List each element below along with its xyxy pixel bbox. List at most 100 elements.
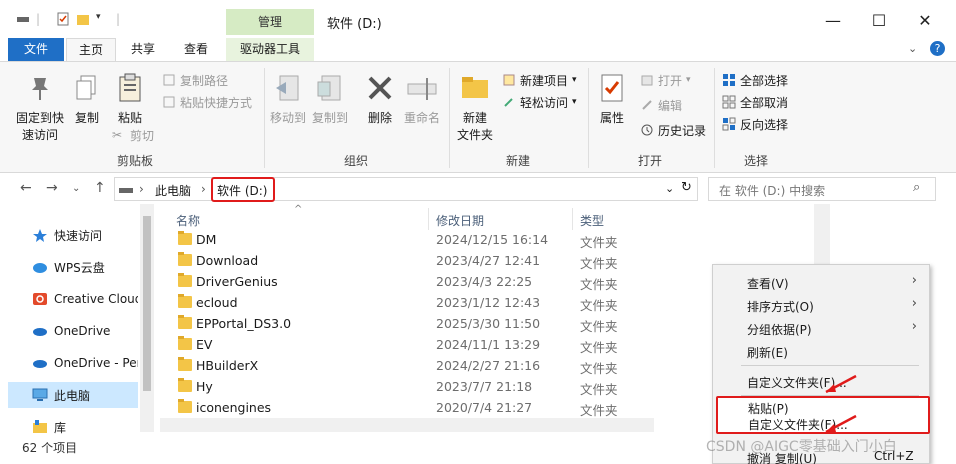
nav-quick-access[interactable]: 快速访问 — [8, 222, 138, 248]
new-folder-icon[interactable] — [76, 12, 90, 26]
file-row[interactable]: EPPortal_DS3.0 2025/3/30 11:50 文件夹 — [174, 314, 654, 335]
nav-scrollbar-thumb[interactable] — [143, 216, 151, 391]
paste-shortcut-button[interactable]: 粘贴快捷方式 — [162, 92, 252, 112]
tab-share[interactable]: 共享 — [118, 38, 168, 62]
up-arrow-icon[interactable]: ↑ — [94, 180, 106, 196]
file-name: EPPortal_DS3.0 — [196, 316, 292, 331]
folder-icon — [178, 336, 192, 350]
properties-icon[interactable] — [56, 12, 70, 26]
menu-item-group-by[interactable]: 分组依据(P) — [747, 321, 812, 338]
menu-item-view[interactable]: 查看(V) — [747, 275, 789, 292]
address-bar[interactable]: › 此电脑 › 软件 (D:) ⌄ ↻ — [114, 177, 698, 202]
file-row[interactable]: EV 2024/11/1 13:29 文件夹 — [174, 335, 654, 356]
ribbon: 固定到快 速访问 复制 粘贴 复制路径 粘贴快捷方式 ✂ 剪切 剪贴板 移动到 复… — [0, 61, 956, 173]
rename-icon — [407, 78, 437, 100]
cut-button[interactable]: ✂ 剪切 — [112, 125, 154, 145]
file-row[interactable]: Hy 2023/7/7 21:18 文件夹 — [174, 377, 654, 398]
file-type: 文件夹 — [580, 403, 618, 418]
select-none-button[interactable]: 全部取消 — [722, 92, 788, 112]
move-to-label: 移动到 — [269, 111, 306, 125]
chevron-down-icon[interactable]: ⌄ — [908, 42, 917, 55]
file-date: 2025/3/30 11:50 — [436, 316, 541, 331]
easy-access-icon — [502, 95, 516, 109]
select-none-label: 全部取消 — [740, 95, 789, 110]
column-header-name[interactable]: 名称 — [176, 212, 200, 229]
maximize-button[interactable]: ☐ — [856, 8, 902, 34]
file-row[interactable]: DM 2024/12/15 16:14 文件夹 — [174, 230, 654, 251]
horizontal-scrollbar[interactable] — [160, 418, 654, 432]
new-item-button[interactable]: 新建项目 ▾ — [502, 70, 577, 90]
rename-button[interactable]: 重命名 — [402, 72, 442, 127]
open-button[interactable]: 打开 ▾ — [640, 70, 691, 90]
back-arrow-icon[interactable]: ← — [20, 180, 32, 196]
menu-item-sort[interactable]: 排序方式(O) — [747, 298, 814, 315]
tab-file[interactable]: 文件 — [8, 38, 64, 62]
breadcrumb-this-pc[interactable]: 此电脑 — [155, 182, 191, 199]
tab-home[interactable]: 主页 — [66, 38, 116, 62]
file-row[interactable]: iconengines 2020/7/4 21:27 文件夹 — [174, 398, 654, 419]
move-to-button[interactable]: 移动到 — [268, 72, 308, 127]
tab-view[interactable]: 查看 — [171, 38, 221, 62]
nav-wps-cloud[interactable]: WPS云盘 — [8, 254, 138, 280]
nav-onedrive[interactable]: OneDrive — [8, 318, 138, 344]
chevron-down-icon[interactable]: ⌄ — [665, 182, 674, 195]
nav-label: Creative Cloud — [54, 292, 138, 306]
copy-path-button[interactable]: 复制路径 — [162, 70, 228, 90]
paste-button[interactable]: 粘贴 — [112, 72, 148, 127]
new-folder-button[interactable]: 新建 文件夹 — [454, 72, 496, 144]
refresh-icon[interactable]: ↻ — [681, 180, 692, 195]
cloud-icon — [32, 260, 48, 274]
select-all-button[interactable]: 全部选择 — [722, 70, 788, 90]
computer-icon — [32, 388, 48, 402]
file-type: 文件夹 — [580, 298, 618, 313]
history-button[interactable]: 历史记录 — [640, 120, 706, 140]
chevron-down-icon[interactable]: ▾ — [96, 12, 110, 26]
nav-creative-cloud[interactable]: Creative Cloud — [8, 286, 138, 312]
folder-icon — [462, 77, 488, 98]
new-item-label: 新建项目 — [520, 73, 569, 88]
easy-access-button[interactable]: 轻松访问 ▾ — [502, 92, 577, 112]
edit-label: 编辑 — [658, 98, 683, 113]
delete-icon — [368, 76, 392, 100]
nav-this-pc[interactable]: 此电脑 — [8, 382, 138, 408]
status-item-count: 62 个项目 — [22, 441, 78, 455]
file-name: HBuilderX — [196, 358, 259, 373]
menu-item-refresh[interactable]: 刷新(E) — [747, 344, 788, 361]
column-header-modified[interactable]: 修改日期 — [436, 212, 484, 229]
nav-onedrive-personal[interactable]: OneDrive - Per — [8, 350, 138, 376]
minimize-button[interactable]: — — [810, 8, 856, 34]
file-row[interactable]: DriverGenius 2023/4/3 22:25 文件夹 — [174, 272, 654, 293]
copy-to-button[interactable]: 复制到 — [310, 72, 350, 127]
menu-item-paste[interactable]: 粘贴(P) — [748, 400, 789, 417]
file-date: 2023/4/27 12:41 — [436, 253, 541, 268]
pin-quick-access-button[interactable]: 固定到快 速访问 — [14, 72, 66, 144]
drive-icon — [119, 184, 133, 198]
navigation-pane: 快速访问 WPS云盘 Creative Cloud OneDrive OneDr… — [0, 204, 156, 440]
close-button[interactable]: ✕ — [902, 8, 948, 34]
tab-drive-tools[interactable]: 驱动器工具 — [226, 38, 314, 62]
copy-path-label: 复制路径 — [180, 73, 229, 88]
search-box[interactable]: 在 软件 (D:) 中搜索 ⌕ — [708, 177, 936, 201]
red-arrow-icon — [825, 414, 857, 434]
invert-selection-button[interactable]: 反向选择 — [722, 114, 788, 134]
nav-libraries[interactable]: 库 — [8, 414, 138, 440]
recent-chevron-icon[interactable]: ⌄ — [72, 183, 80, 194]
properties-button[interactable]: 属性 — [596, 72, 628, 127]
forward-arrow-icon[interactable]: → — [46, 180, 58, 196]
file-row[interactable]: Download 2023/4/27 12:41 文件夹 — [174, 251, 654, 272]
column-header-type[interactable]: 类型 — [580, 212, 604, 229]
file-row[interactable]: HBuilderX 2024/2/27 21:16 文件夹 — [174, 356, 654, 377]
invert-selection-label: 反向选择 — [740, 117, 789, 132]
chevron-right-icon: › — [139, 182, 144, 196]
edit-button[interactable]: 编辑 — [640, 95, 682, 115]
delete-button[interactable]: 删除 — [364, 72, 396, 127]
help-icon[interactable]: ? — [930, 41, 945, 56]
copy-button[interactable]: 复制 — [72, 72, 102, 127]
file-name: DriverGenius — [196, 274, 278, 289]
history-label: 历史记录 — [658, 123, 707, 138]
file-row[interactable]: ecloud 2023/1/12 12:43 文件夹 — [174, 293, 654, 314]
file-name: DM — [196, 232, 217, 247]
file-type: 文件夹 — [580, 319, 618, 334]
chevron-right-icon: › — [911, 319, 917, 334]
search-icon[interactable]: ⌕ — [913, 180, 920, 195]
